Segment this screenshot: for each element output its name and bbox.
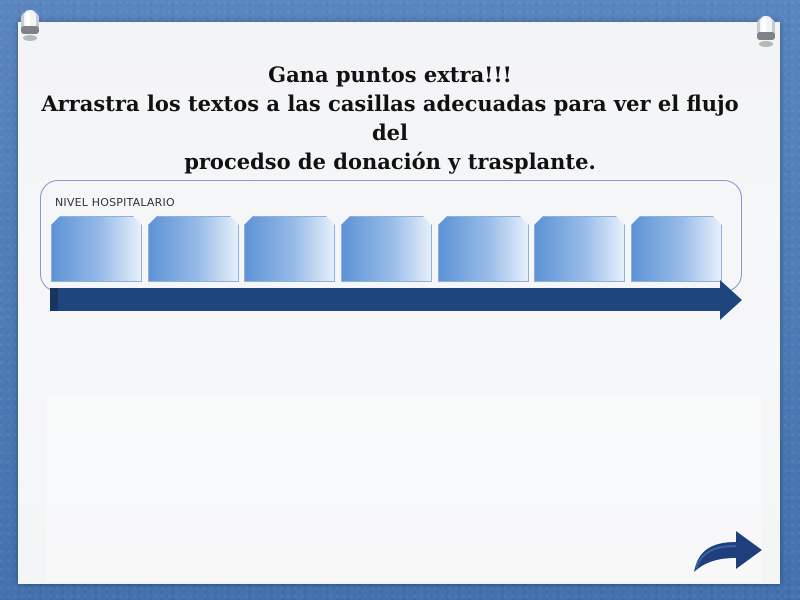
- process-flow-arrow: [50, 280, 742, 320]
- instructions-line-1: Gana puntos extra!!!: [268, 62, 512, 87]
- pushpin-icon: [21, 10, 39, 41]
- drop-slot-3[interactable]: [244, 216, 335, 282]
- drop-slot-6[interactable]: [534, 216, 625, 282]
- instructions-line-3: procedso de donación y trasplante.: [184, 149, 596, 174]
- drop-slot-4[interactable]: [341, 216, 432, 282]
- drop-slot-2[interactable]: [148, 216, 239, 282]
- pushpin-icon: [757, 16, 775, 47]
- drop-slot-5[interactable]: [438, 216, 529, 282]
- lower-panel: [46, 397, 762, 582]
- drop-slot-1[interactable]: [51, 216, 142, 282]
- instructions: Gana puntos extra!!! Arrastra los textos…: [40, 60, 740, 176]
- instructions-line-2: Arrastra los textos a las casillas adecu…: [41, 91, 739, 145]
- flow-level-label: NIVEL HOSPITALARIO: [55, 196, 175, 209]
- curved-arrow-right-icon[interactable]: [690, 528, 766, 576]
- drop-slot-7[interactable]: [631, 216, 722, 282]
